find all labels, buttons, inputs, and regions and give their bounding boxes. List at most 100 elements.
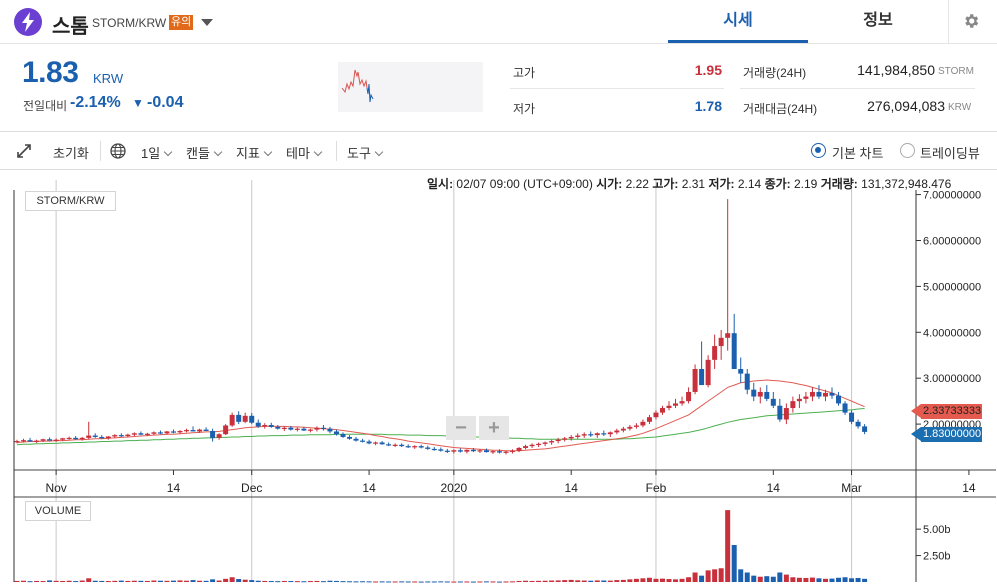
change-label: 전일대비 [23,99,68,113]
volume-bar [236,579,242,582]
candle-body [842,403,848,413]
chevron-down-icon[interactable] [201,19,213,26]
volume-bar [607,580,613,582]
volume-bar [392,581,398,583]
volume-bar [138,580,144,582]
basic-chart-option[interactable]: 기본 차트 [832,143,883,162]
exchange-app: 스톰 STORM/KRW 유의 시세 정보 1.83 KRW 전일대비 -2.1… [0,0,997,584]
amount-unit: KRW [948,102,972,113]
gear-icon[interactable] [962,12,980,30]
candle-body [464,449,470,452]
volume-bar [66,580,72,582]
volume-bar [360,581,366,583]
volume-bar [229,577,235,582]
interval-dropdown[interactable]: 1일 [141,143,173,162]
volume-bar [34,580,40,582]
tools-dropdown[interactable]: 도구 [347,143,384,162]
chart-pair-label: STORM/KRW [25,191,116,211]
volume-bar [112,580,118,582]
expand-icon[interactable] [17,144,31,158]
tab-info[interactable]: 정보 [808,0,948,43]
tab-price[interactable]: 시세 [668,0,808,43]
volume-bar [379,581,385,583]
globe-icon[interactable] [110,143,126,159]
volume-bar [444,581,450,583]
volume-bar [353,581,359,583]
candle-body [66,437,72,440]
candle-body [483,450,489,453]
candle-body [112,435,118,437]
volume-bar [627,579,633,582]
volume-bar [725,510,731,582]
basic-chart-radio[interactable] [811,143,826,158]
candle-body [712,346,718,360]
candle-dropdown[interactable]: 캔들 [186,143,223,162]
current-price-tag: 1.83000000 [911,427,982,442]
candle-body [40,439,46,441]
candle-body [281,427,287,429]
volume-bar [14,580,20,582]
open-value: 2.22 [625,177,649,191]
candle-body [633,425,639,427]
price-chart[interactable]: 7.000000006.000000005.000000004.00000000… [0,170,997,584]
theme-dropdown[interactable]: 테마 [286,143,323,162]
x-tick-label: 14 [362,481,376,495]
zoom-in-button[interactable]: + [479,416,509,440]
volume-bar [816,578,822,582]
volume-bar [470,581,476,583]
candle-body [320,427,326,429]
volume-bar [594,580,600,582]
volume-bar [197,580,203,582]
candle-body [627,426,633,429]
volume-bar [659,578,665,582]
candle-body [27,440,33,442]
volume-bar [27,581,33,583]
candle-body [777,405,783,420]
volume-24h-value: 141,984,850 [857,62,935,78]
volume-bar [177,580,183,582]
trading-view-radio[interactable] [900,143,915,158]
candle-body [862,426,868,432]
y-tick-label: 4.00000000 [923,327,981,339]
candle-body [725,333,731,338]
candle-body [366,441,372,444]
toolbar-divider [336,141,337,161]
trading-view-option[interactable]: 트레이딩뷰 [920,143,980,162]
volume-bar [320,581,326,583]
candle-body [47,439,53,441]
candle-body [523,446,529,448]
volume-bar [386,581,392,583]
volume-tick-label: 2.50b [923,551,951,563]
candle-body [849,412,855,422]
candle-body [177,430,183,433]
y-tick-label: 3.00000000 [923,373,981,385]
volume-bar [699,575,705,582]
toolbar-divider [100,141,101,161]
volume-bar [712,569,718,582]
reset-button[interactable]: 초기화 [53,143,89,162]
volume-bar [751,575,757,582]
candle-body [131,433,137,435]
candle-body [568,436,574,439]
volume-bar [47,580,53,582]
x-tick-label: 14 [565,481,579,495]
volume-bar [79,580,85,582]
candle-body [118,435,124,437]
volume-bar [294,581,300,583]
candle-body [216,434,222,438]
stat-divider [740,88,975,89]
volume-bar [203,580,209,582]
indicator-dropdown[interactable]: 지표 [236,143,273,162]
candle-body [92,435,98,437]
candle-body [444,450,450,452]
volume-bar [157,580,163,582]
volume-bar [275,581,281,583]
volume-bar [862,578,868,582]
candle-body [822,392,828,397]
candle-body [718,337,724,347]
x-tick-label: Mar [841,481,862,495]
candle-body [536,443,542,446]
warning-badge: 유의 [169,15,194,30]
zoom-out-button[interactable]: − [446,416,476,440]
volume-bar [340,581,346,583]
